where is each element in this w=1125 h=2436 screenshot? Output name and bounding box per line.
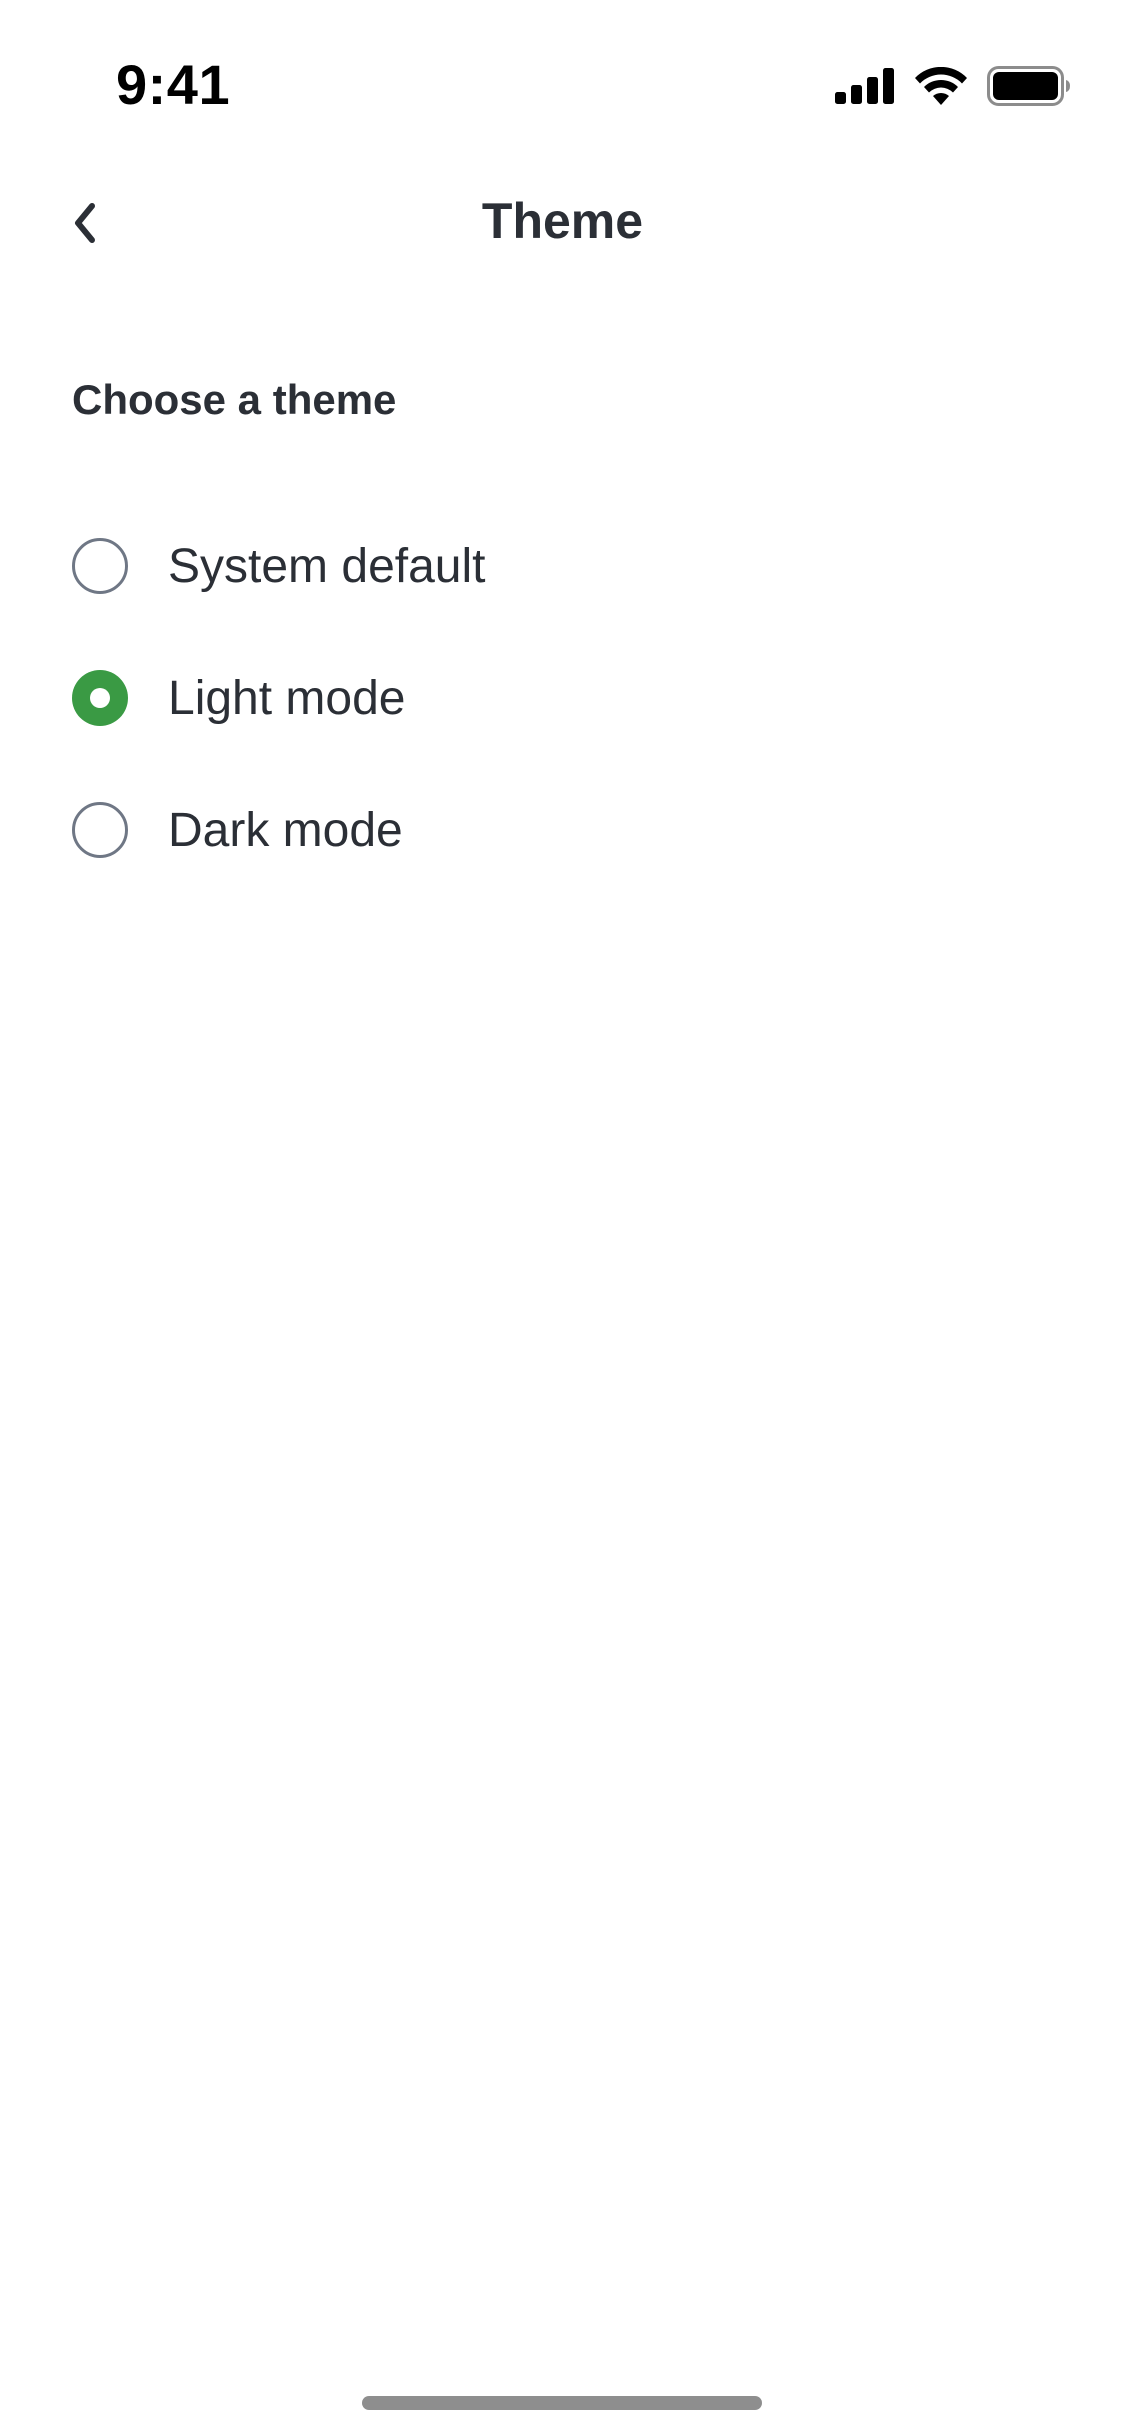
option-light-mode[interactable]: Light mode [72,632,1052,764]
home-indicator [362,2396,762,2410]
nav-bar: Theme [0,170,1125,280]
theme-options: System default Light mode Dark mode [72,500,1052,896]
option-dark-mode[interactable]: Dark mode [72,764,1052,896]
cellular-signal-icon [835,68,895,104]
option-label: Light mode [168,671,406,725]
radio-system-default[interactable] [72,538,128,594]
wifi-icon [915,67,967,105]
section-title: Choose a theme [72,376,397,423]
radio-light-mode[interactable] [72,670,128,726]
option-label: Dark mode [168,803,403,857]
battery-icon [987,66,1071,106]
radio-dark-mode[interactable] [72,802,128,858]
page-title: Theme [481,193,644,249]
option-label: System default [168,539,486,593]
status-bar: 9:41 [0,0,1125,140]
status-icons [835,66,1071,106]
status-time: 9:41 [116,53,231,116]
option-system-default[interactable]: System default [72,500,1052,632]
